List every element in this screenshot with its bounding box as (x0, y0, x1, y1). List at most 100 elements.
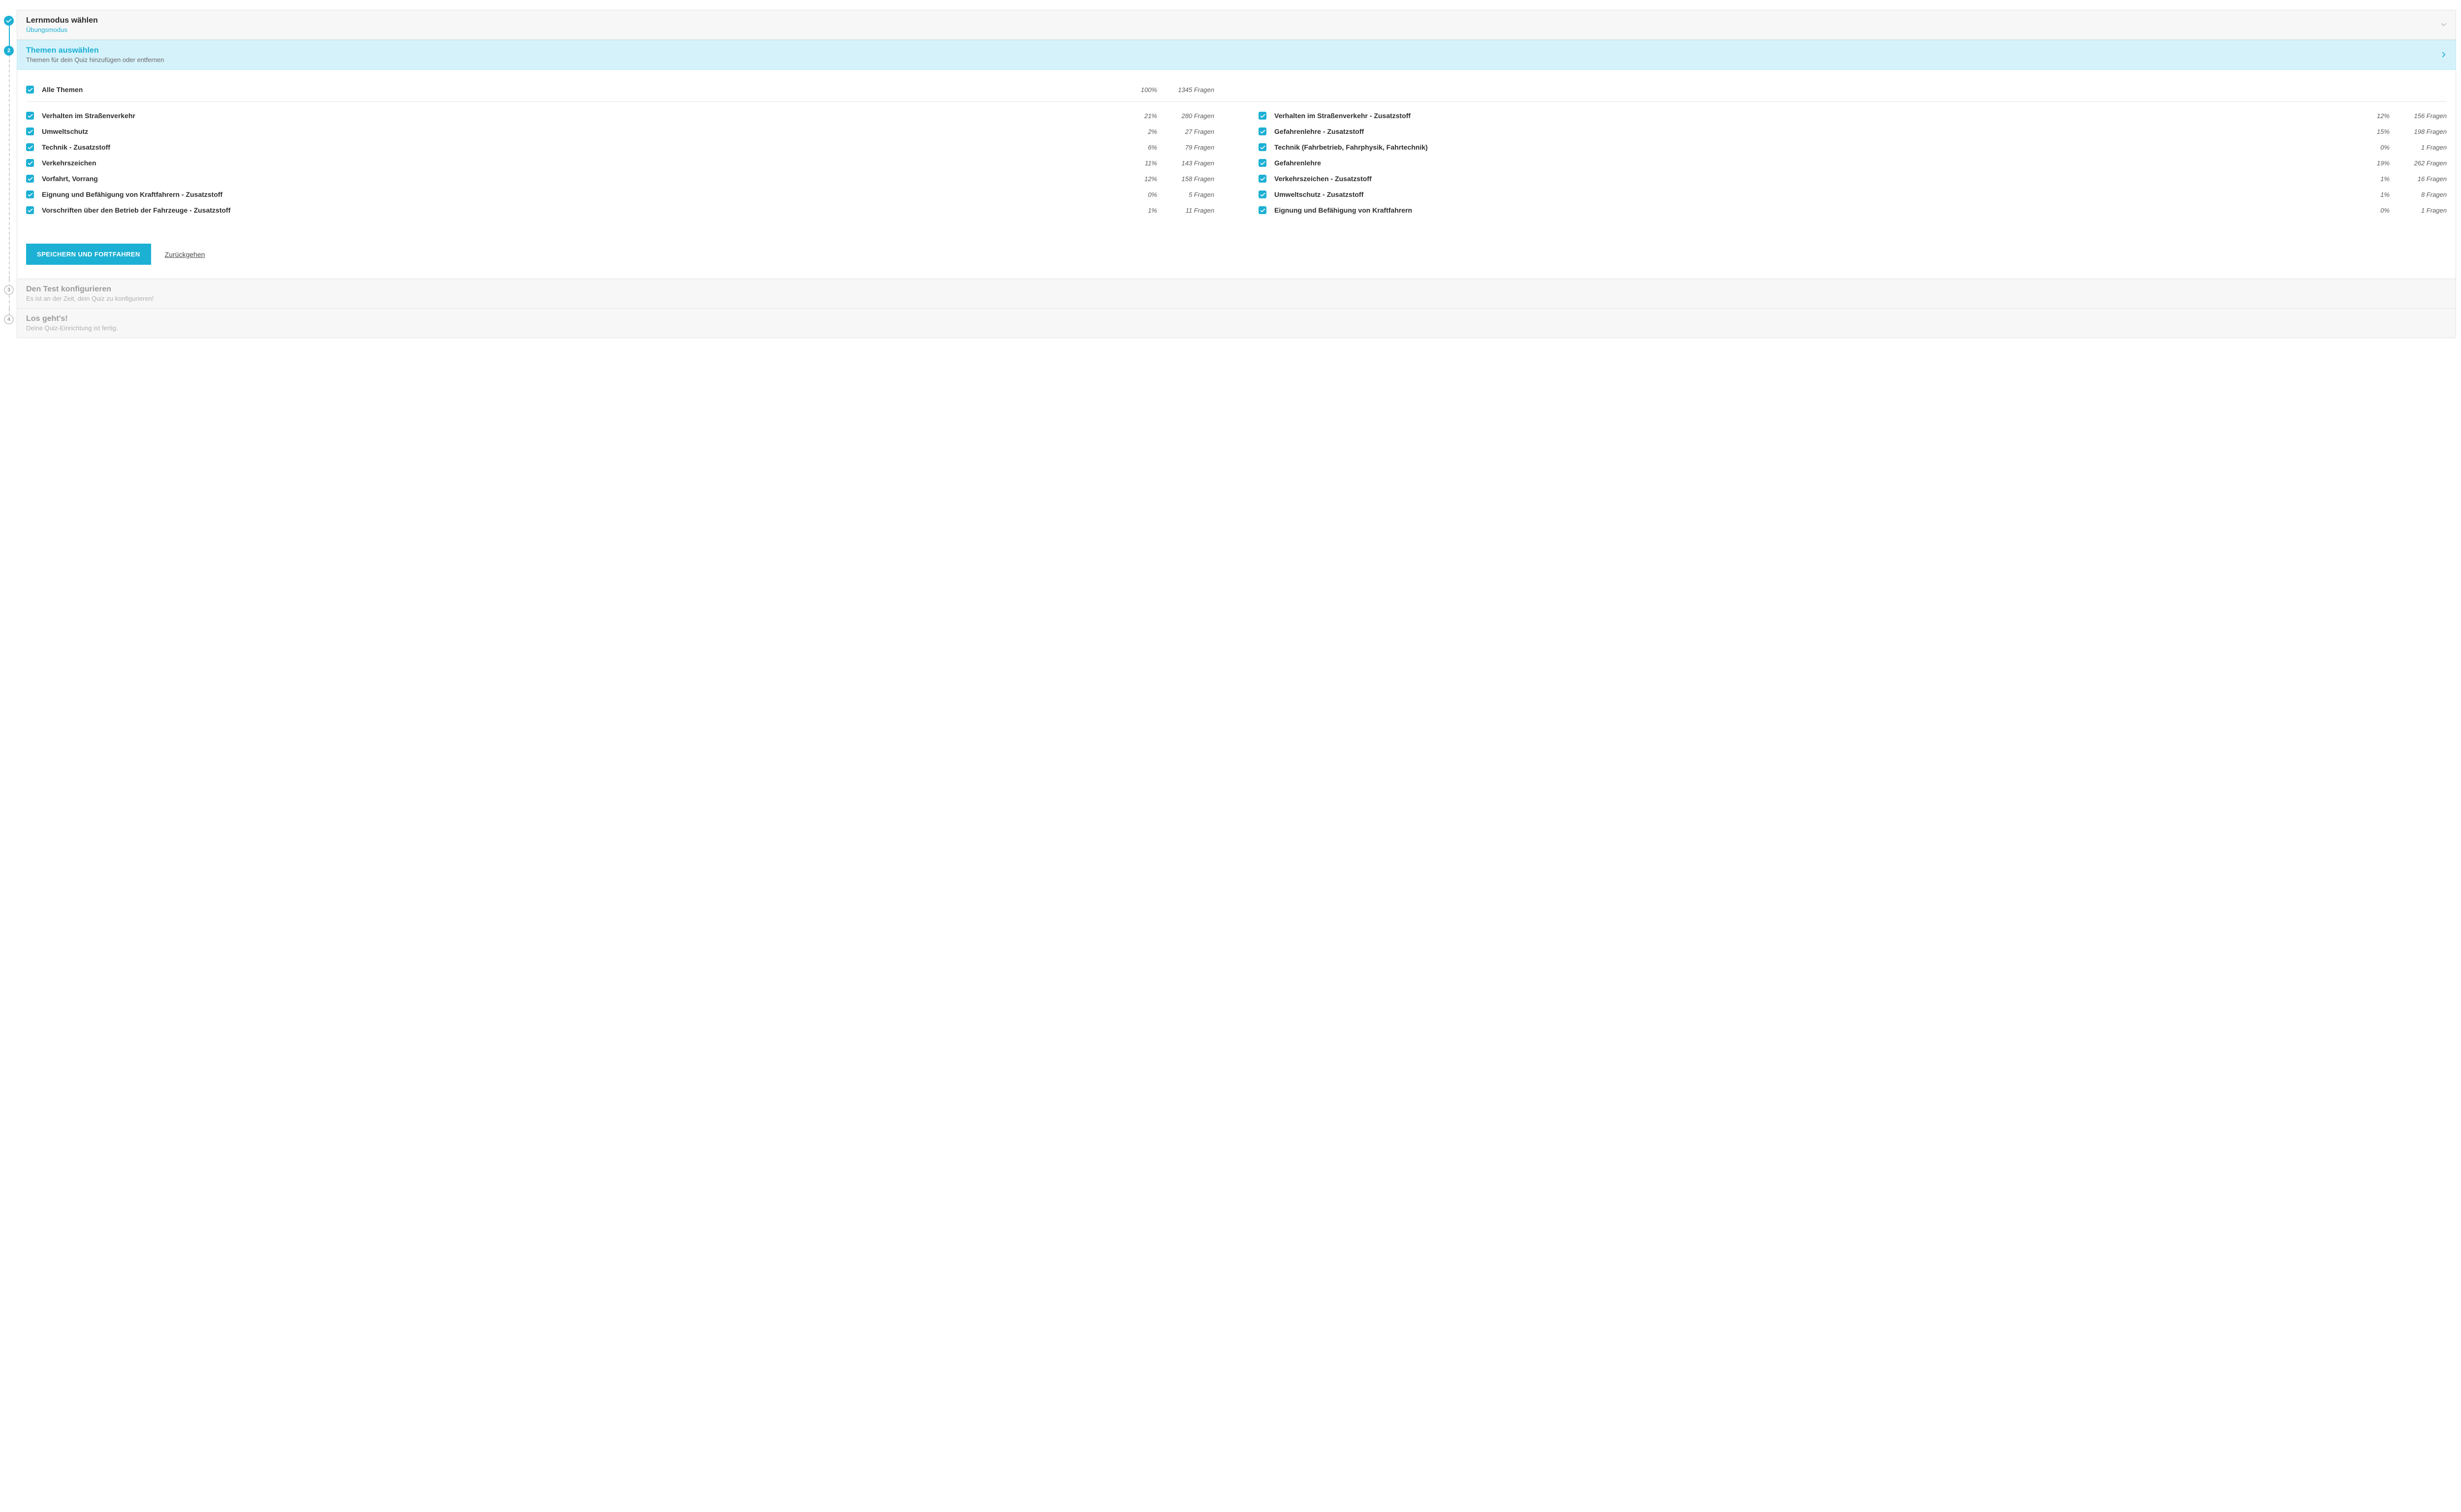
topic-row: Technik - Zusatzstoff6%79 Fragen (26, 139, 1214, 155)
chevron-down-icon (2441, 21, 2447, 29)
topic-label: Technik - Zusatzstoff (42, 143, 1120, 151)
topic-row: Vorschriften über den Betrieb der Fahrze… (26, 202, 1214, 218)
step-2-body: Alle Themen 100% 1345 Fragen Verhalten i… (17, 70, 2456, 279)
topic-checkbox[interactable] (1259, 127, 1266, 135)
step-2-title: Themen auswählen (26, 46, 164, 55)
back-link[interactable]: Zurückgehen (165, 251, 205, 258)
step-3-titles: Den Test konfigurieren Es ist an der Zei… (26, 285, 154, 302)
topic-pct: 12% (1123, 175, 1157, 183)
step-1-marker (4, 16, 14, 26)
step-4: 4 Los geht's! Deine Quiz-Einrichtung ist… (5, 309, 2456, 338)
step-2-marker: 2 (4, 46, 14, 56)
topic-checkbox[interactable] (26, 112, 34, 120)
topic-all-row: Alle Themen 100% 1345 Fragen (26, 82, 1214, 97)
topic-pct: 0% (1123, 191, 1157, 198)
actions: SPEICHERN UND FORTFAHREN Zurückgehen (26, 244, 2447, 265)
step-4-titles: Los geht's! Deine Quiz-Einrichtung ist f… (26, 315, 118, 332)
topic-label: Vorschriften über den Betrieb der Fahrze… (42, 206, 1120, 214)
topic-row: Verkehrszeichen11%143 Fragen (26, 155, 1214, 171)
step-4-title: Los geht's! (26, 315, 118, 323)
topic-pct: 1% (2355, 175, 2390, 183)
topic-checkbox[interactable] (1259, 159, 1266, 167)
topic-count: 1 Fragen (2393, 144, 2447, 151)
topic-row: Vorfahrt, Vorrang12%158 Fragen (26, 171, 1214, 187)
topic-pct: 19% (2355, 159, 2390, 167)
checkbox-all[interactable] (26, 86, 34, 94)
topic-checkbox[interactable] (1259, 112, 1266, 120)
topic-label: Umweltschutz - Zusatzstoff (1274, 190, 2352, 198)
topic-row: Verhalten im Straßenverkehr21%280 Fragen (26, 108, 1214, 124)
wizard: Lernmodus wählen Übungsmodus 2 Themen au… (0, 0, 2461, 348)
step-1-header[interactable]: Lernmodus wählen Übungsmodus (17, 10, 2456, 40)
save-continue-button[interactable]: SPEICHERN UND FORTFAHREN (26, 244, 151, 265)
topic-pct: 21% (1123, 112, 1157, 120)
topic-all-label: Alle Themen (42, 86, 1120, 94)
topic-pct: 11% (1123, 159, 1157, 167)
step-1-title: Lernmodus wählen (26, 16, 98, 25)
topic-label: Eignung und Befähigung von Kraftfahrern (1274, 206, 2352, 214)
topic-label: Verkehrszeichen - Zusatzstoff (1274, 175, 2352, 183)
topic-checkbox[interactable] (26, 206, 34, 214)
step-2: 2 Themen auswählen Themen für dein Quiz … (5, 40, 2456, 279)
topic-pct: 1% (1123, 207, 1157, 214)
topic-count: 79 Fragen (1160, 144, 1214, 151)
step-4-number: 4 (7, 316, 10, 322)
topic-checkbox[interactable] (26, 127, 34, 135)
topic-label: Technik (Fahrbetrieb, Fahrphysik, Fahrte… (1274, 143, 2352, 151)
separator (26, 101, 2447, 102)
step-4-header[interactable]: Los geht's! Deine Quiz-Einrichtung ist f… (17, 309, 2456, 338)
topic-label: Eignung und Befähigung von Kraftfahrern … (42, 190, 1120, 198)
step-3-header[interactable]: Den Test konfigurieren Es ist an der Zei… (17, 279, 2456, 309)
topic-checkbox[interactable] (1259, 175, 1266, 183)
topic-count: 262 Fragen (2393, 159, 2447, 167)
topic-pct: 12% (2355, 112, 2390, 120)
step-2-number: 2 (7, 48, 10, 54)
topic-pct: 15% (2355, 128, 2390, 135)
step-3-number: 3 (7, 287, 10, 293)
rail (9, 40, 10, 279)
topic-checkbox[interactable] (1259, 190, 1266, 198)
topic-row: Eignung und Befähigung von Kraftfahrern0… (1259, 202, 2447, 218)
chevron-right-icon (2441, 51, 2447, 59)
step-3-title: Den Test konfigurieren (26, 285, 154, 294)
topic-label: Vorfahrt, Vorrang (42, 175, 1120, 183)
topic-count: 8 Fragen (2393, 191, 2447, 198)
topic-checkbox[interactable] (26, 175, 34, 183)
step-1-subtitle: Übungsmodus (26, 26, 98, 33)
topic-label: Verhalten im Straßenverkehr - Zusatzstof… (1274, 112, 2352, 120)
topic-label: Gefahrenlehre (1274, 159, 2352, 167)
topic-count: 280 Fragen (1160, 112, 1214, 120)
topic-count: 156 Fragen (2393, 112, 2447, 120)
topic-row: Verkehrszeichen - Zusatzstoff1%16 Fragen (1259, 171, 2447, 187)
topic-count: 11 Fragen (1160, 207, 1214, 214)
step-3: 3 Den Test konfigurieren Es ist an der Z… (5, 279, 2456, 309)
step-2-subtitle: Themen für dein Quiz hinzufügen oder ent… (26, 56, 164, 63)
step-3-subtitle: Es ist an der Zeit, dein Quiz zu konfigu… (26, 295, 154, 302)
topic-row: Umweltschutz - Zusatzstoff1%8 Fragen (1259, 187, 2447, 202)
topic-count: 143 Fragen (1160, 159, 1214, 167)
step-2-header[interactable]: Themen auswählen Themen für dein Quiz hi… (17, 40, 2456, 70)
topic-checkbox[interactable] (26, 159, 34, 167)
topic-checkbox[interactable] (26, 190, 34, 198)
topic-row: Gefahrenlehre19%262 Fragen (1259, 155, 2447, 171)
topic-pct: 0% (2355, 144, 2390, 151)
topic-row: Eignung und Befähigung von Kraftfahrern … (26, 187, 1214, 202)
topic-label: Verkehrszeichen (42, 159, 1120, 167)
topic-checkbox[interactable] (1259, 143, 1266, 151)
topic-count: 158 Fragen (1160, 175, 1214, 183)
topic-label: Gefahrenlehre - Zusatzstoff (1274, 127, 2352, 135)
topic-pct: 6% (1123, 144, 1157, 151)
topic-label: Umweltschutz (42, 127, 1120, 135)
topic-label: Verhalten im Straßenverkehr (42, 112, 1120, 120)
step-4-marker: 4 (4, 315, 14, 324)
step-3-marker: 3 (4, 285, 14, 295)
topic-checkbox[interactable] (26, 143, 34, 151)
topic-row: Umweltschutz2%27 Fragen (26, 124, 1214, 139)
topic-count: 27 Fragen (1160, 128, 1214, 135)
topics-grid: Verhalten im Straßenverkehr21%280 Fragen… (26, 108, 2447, 218)
topic-checkbox[interactable] (1259, 206, 1266, 214)
topic-pct: 0% (2355, 207, 2390, 214)
topic-all-count: 1345 Fragen (1160, 86, 1214, 94)
topic-row: Verhalten im Straßenverkehr - Zusatzstof… (1259, 108, 2447, 124)
topic-pct: 1% (2355, 191, 2390, 198)
